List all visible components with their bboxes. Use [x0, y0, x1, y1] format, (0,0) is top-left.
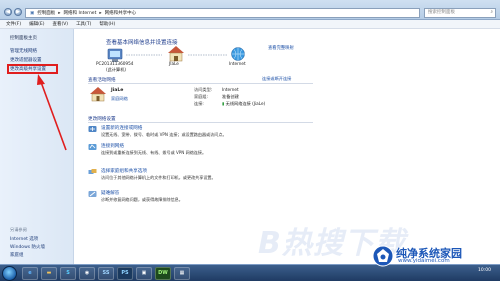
new-connection-icon [88, 126, 97, 132]
clock[interactable]: 10:00 [478, 268, 491, 273]
taskbar-app-button[interactable]: ▦ [174, 267, 190, 280]
homegroup-label: 家庭组: [194, 94, 208, 99]
homegroup-value-link[interactable]: 准备创建 [222, 94, 239, 100]
home-network-icon [90, 87, 106, 102]
node-home-network-label: JIaLe [169, 61, 179, 66]
task-connect-network[interactable]: 连接到网络 连接到或重新连接到无线、有线、拨号或 VPN 网络连接。 [88, 143, 328, 159]
taskbar-app-s-button[interactable]: S [60, 267, 76, 280]
node-internet-label: Internet [229, 61, 246, 66]
globe-icon [231, 47, 245, 61]
task-setup-connection[interactable]: 设置新的连接或网络 设置无线、宽带、拨号、临时或 VPN 连接；或设置路由器或访… [88, 125, 328, 141]
taskbar-app-ss-button[interactable]: SS [98, 267, 114, 280]
troubleshoot-icon [88, 191, 97, 197]
task-description: 诊断并修复网络问题，或获得故障排除信息。 [101, 197, 183, 202]
taskbar-explorer-button[interactable]: ▬ [41, 267, 57, 280]
taskbar-photoshop-button[interactable]: PS [117, 267, 133, 280]
taskbar-dreamweaver-button[interactable]: DW [155, 267, 171, 280]
access-type-value: Internet [222, 87, 239, 92]
taskbar-app-button[interactable]: ▣ [136, 267, 152, 280]
taskbar-ie-button[interactable]: e [22, 267, 38, 280]
connect-network-icon [88, 144, 97, 150]
brand-logo-icon [372, 245, 394, 267]
network-type-link[interactable]: 家庭网络 [111, 96, 128, 102]
app-icon: ▣ [141, 270, 147, 276]
network-name: JiaLe [111, 88, 124, 93]
connect-disconnect-link[interactable]: 连接或断开连接 [262, 76, 291, 82]
task-title[interactable]: 疑难解答 [101, 190, 119, 196]
divider [88, 122, 313, 123]
task-homegroup-sharing[interactable]: 选择家庭组和共享选项 访问位于其他网络计算机上的文件和打印机，或更改共享设置。 [88, 168, 328, 184]
node-computer-label: PC201311360954 [96, 61, 134, 66]
folder-icon: ▬ [46, 270, 52, 276]
connection-value-link[interactable]: ▮ 无线网络连接 (JiaLe) [222, 101, 265, 107]
brand-watermark: 纯净系统家园 www.yidaimei.com [372, 245, 498, 267]
task-title[interactable]: 连接到网络 [101, 143, 124, 149]
view-full-map-link[interactable]: 查看完整映射 [268, 45, 294, 51]
app-icon: ▦ [179, 270, 185, 276]
brand-url: www.yidaimei.com [398, 258, 450, 264]
access-type-label: 访问类型: [194, 87, 213, 92]
node-computer-sub: (此计算机) [106, 67, 127, 72]
start-button[interactable] [2, 266, 17, 281]
house-network-icon [168, 46, 184, 62]
taskbar-network-button[interactable]: ◉ [79, 267, 95, 280]
task-troubleshoot[interactable]: 疑难解答 诊断并修复网络问题，或获得故障排除信息。 [88, 190, 328, 206]
task-title[interactable]: 选择家庭组和共享选项 [101, 168, 147, 174]
network-icon: ◉ [84, 270, 90, 276]
task-description: 连接到或重新连接到无线、有线、拨号或 VPN 网络连接。 [101, 150, 207, 155]
connection-label: 连接: [194, 101, 204, 106]
connection-value-text: 无线网络连接 (JiaLe) [225, 101, 266, 106]
homegroup-icon [88, 169, 97, 174]
task-description: 访问位于其他网络计算机上的文件和打印机，或更改共享设置。 [101, 175, 216, 180]
wireless-signal-icon: ▮ [222, 101, 225, 106]
divider [88, 83, 313, 84]
task-title[interactable]: 设置新的连接或网络 [101, 125, 142, 131]
task-description: 设置无线、宽带、拨号、临时或 VPN 连接；或设置路由器或访问点。 [101, 132, 227, 137]
